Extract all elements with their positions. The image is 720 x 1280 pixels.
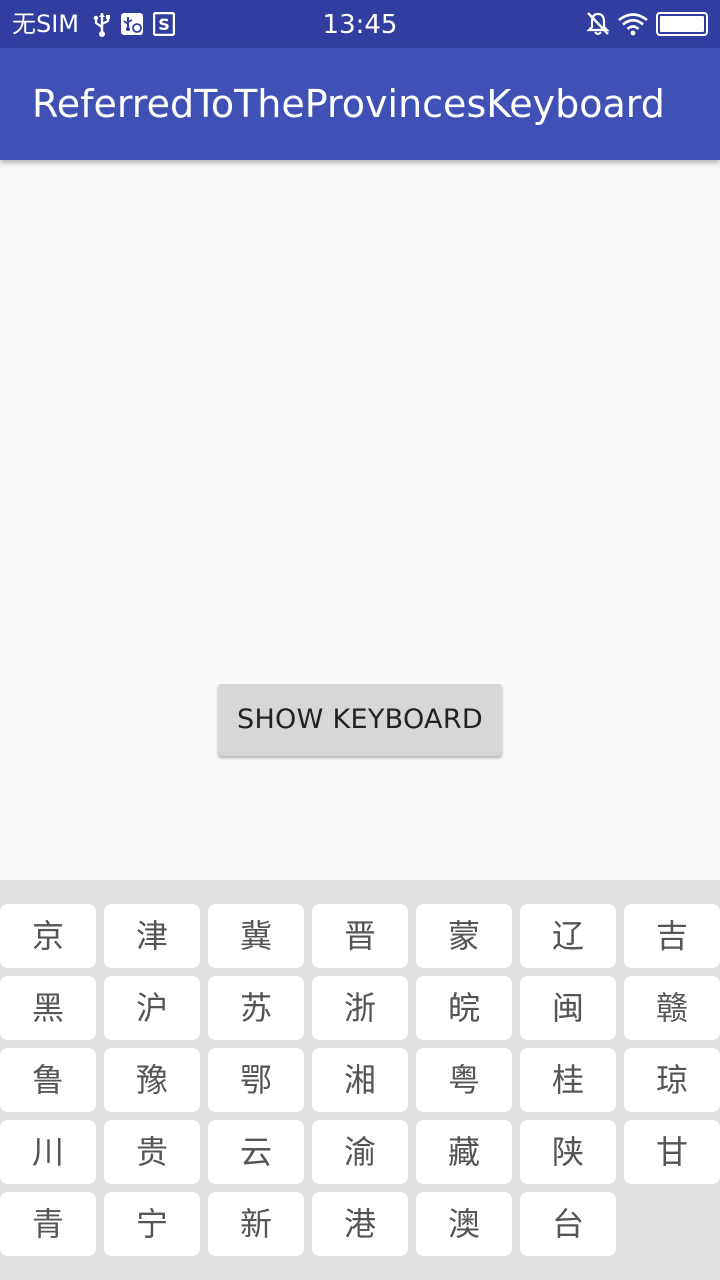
app-title: ReferredToTheProvincesKeyboard [32, 82, 665, 126]
province-key[interactable]: 湘 [312, 1048, 408, 1112]
province-key[interactable]: 澳 [416, 1192, 512, 1256]
province-key[interactable]: 宁 [104, 1192, 200, 1256]
province-key[interactable]: 沪 [104, 976, 200, 1040]
show-keyboard-button[interactable]: SHOW KEYBOARD [218, 684, 502, 756]
keyboard-row: 鲁 豫 鄂 湘 粤 桂 琼 [0, 1048, 720, 1112]
province-key[interactable]: 皖 [416, 976, 512, 1040]
province-key[interactable]: 津 [104, 904, 200, 968]
keyboard-row: 黑 沪 苏 浙 皖 闽 赣 [0, 976, 720, 1040]
province-key[interactable]: 藏 [416, 1120, 512, 1184]
silent-icon [586, 12, 610, 35]
province-key[interactable]: 川 [0, 1120, 96, 1184]
wifi-icon [618, 13, 648, 36]
status-bar: 无SIM S 13:45 [0, 0, 720, 48]
province-key[interactable]: 贵 [104, 1120, 200, 1184]
province-key[interactable]: 闽 [520, 976, 616, 1040]
keyboard-row: 京 津 冀 晋 蒙 辽 吉 [0, 904, 720, 968]
keyboard-row: 川 贵 云 渝 藏 陕 甘 [0, 1120, 720, 1184]
province-key[interactable]: 桂 [520, 1048, 616, 1112]
province-key[interactable]: 甘 [624, 1120, 720, 1184]
province-key[interactable]: 豫 [104, 1048, 200, 1112]
province-key[interactable]: 琼 [624, 1048, 720, 1112]
province-key[interactable]: 港 [312, 1192, 408, 1256]
province-key[interactable]: 陕 [520, 1120, 616, 1184]
province-key[interactable]: 京 [0, 904, 96, 968]
province-key[interactable]: 赣 [624, 976, 720, 1040]
clock: 13:45 [322, 10, 398, 40]
province-key[interactable]: 晋 [312, 904, 408, 968]
province-key[interactable]: 辽 [520, 904, 616, 968]
province-key[interactable]: 台 [520, 1192, 616, 1256]
province-key[interactable]: 吉 [624, 904, 720, 968]
province-key[interactable]: 黑 [0, 976, 96, 1040]
battery-icon [656, 12, 708, 36]
province-key[interactable]: 鲁 [0, 1048, 96, 1112]
province-key[interactable]: 新 [208, 1192, 304, 1256]
province-keyboard: 京 津 冀 晋 蒙 辽 吉 黑 沪 苏 浙 皖 闽 赣 鲁 豫 鄂 湘 粤 桂 … [0, 880, 720, 1280]
province-key[interactable]: 青 [0, 1192, 96, 1256]
province-key[interactable]: 浙 [312, 976, 408, 1040]
province-key[interactable]: 冀 [208, 904, 304, 968]
keyboard-row: 青 宁 新 港 澳 台 [0, 1192, 720, 1256]
province-key[interactable]: 渝 [312, 1120, 408, 1184]
app-bar: ReferredToTheProvincesKeyboard [0, 48, 720, 160]
main-content: SHOW KEYBOARD [0, 160, 720, 880]
province-key[interactable]: 蒙 [416, 904, 512, 968]
province-key[interactable]: 鄂 [208, 1048, 304, 1112]
province-key[interactable]: 粤 [416, 1048, 512, 1112]
province-key[interactable]: 云 [208, 1120, 304, 1184]
province-key[interactable]: 苏 [208, 976, 304, 1040]
